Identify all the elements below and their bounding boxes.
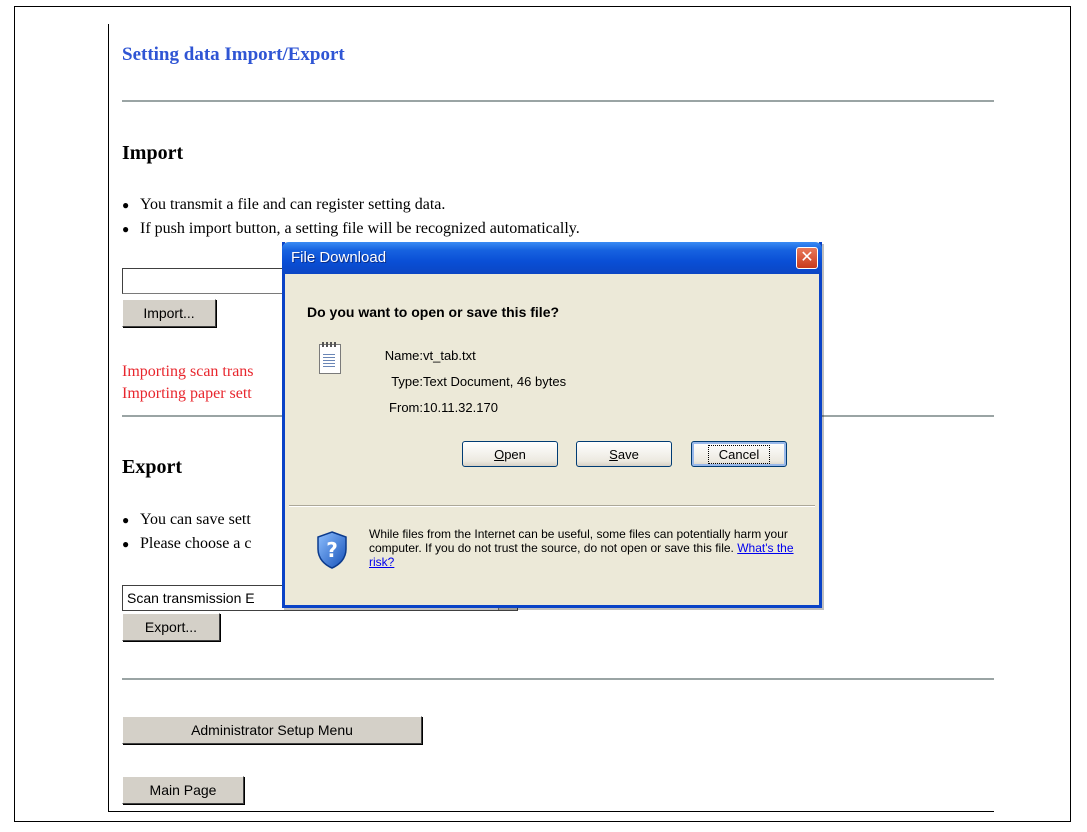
file-from-value: 10.11.32.170 bbox=[423, 400, 498, 415]
save-button[interactable]: Save bbox=[576, 441, 672, 467]
export-type-selected-value: Scan transmission E bbox=[127, 590, 255, 606]
import-heading: Import bbox=[122, 142, 184, 164]
shield-question-icon: ? bbox=[317, 531, 347, 569]
security-warning: While files from the Internet can be use… bbox=[369, 527, 794, 569]
export-button[interactable]: Export... bbox=[122, 613, 220, 641]
page-title: Setting data Import/Export bbox=[122, 44, 345, 65]
export-heading: Export bbox=[122, 456, 182, 478]
cancel-button[interactable]: Cancel bbox=[691, 441, 787, 467]
file-from-label: From: bbox=[389, 400, 423, 415]
open-button[interactable]: Open bbox=[462, 441, 558, 467]
divider bbox=[122, 100, 994, 102]
main-page-button[interactable]: Main Page bbox=[122, 776, 244, 804]
dialog-separator bbox=[289, 505, 815, 507]
file-type-label: Type: bbox=[391, 374, 423, 389]
divider bbox=[122, 678, 994, 680]
list-item: ● You transmit a file and can register se… bbox=[122, 196, 446, 213]
export-bullet-list: ● You can save sett ● Please choose a c bbox=[122, 508, 252, 556]
list-item: ● If push import button, a setting file w… bbox=[122, 220, 580, 237]
import-button[interactable]: Import... bbox=[122, 299, 216, 327]
dialog-title: File Download bbox=[291, 249, 387, 266]
file-type-value: Text Document, 46 bytes bbox=[423, 374, 567, 389]
list-item: ● Please choose a c bbox=[122, 535, 252, 552]
import-status-message: Importing scan trans bbox=[122, 363, 254, 380]
list-item: ● You can save sett bbox=[122, 511, 251, 528]
import-bullet-list: ● You transmit a file and can register se… bbox=[122, 193, 580, 241]
dialog-titlebar[interactable]: File Download ✕ bbox=[282, 242, 822, 274]
close-icon[interactable]: ✕ bbox=[796, 247, 818, 269]
administrator-setup-menu-button[interactable]: Administrator Setup Menu bbox=[122, 716, 422, 744]
file-name-value: vt_tab.txt bbox=[423, 348, 476, 363]
svg-text:?: ? bbox=[326, 538, 338, 562]
file-download-dialog: File Download ✕ Do you want to open or s… bbox=[282, 242, 822, 608]
import-status-message: Importing paper sett bbox=[122, 385, 252, 402]
file-name-label: Name: bbox=[384, 348, 423, 363]
dialog-question: Do you want to open or save this file? bbox=[307, 304, 560, 320]
